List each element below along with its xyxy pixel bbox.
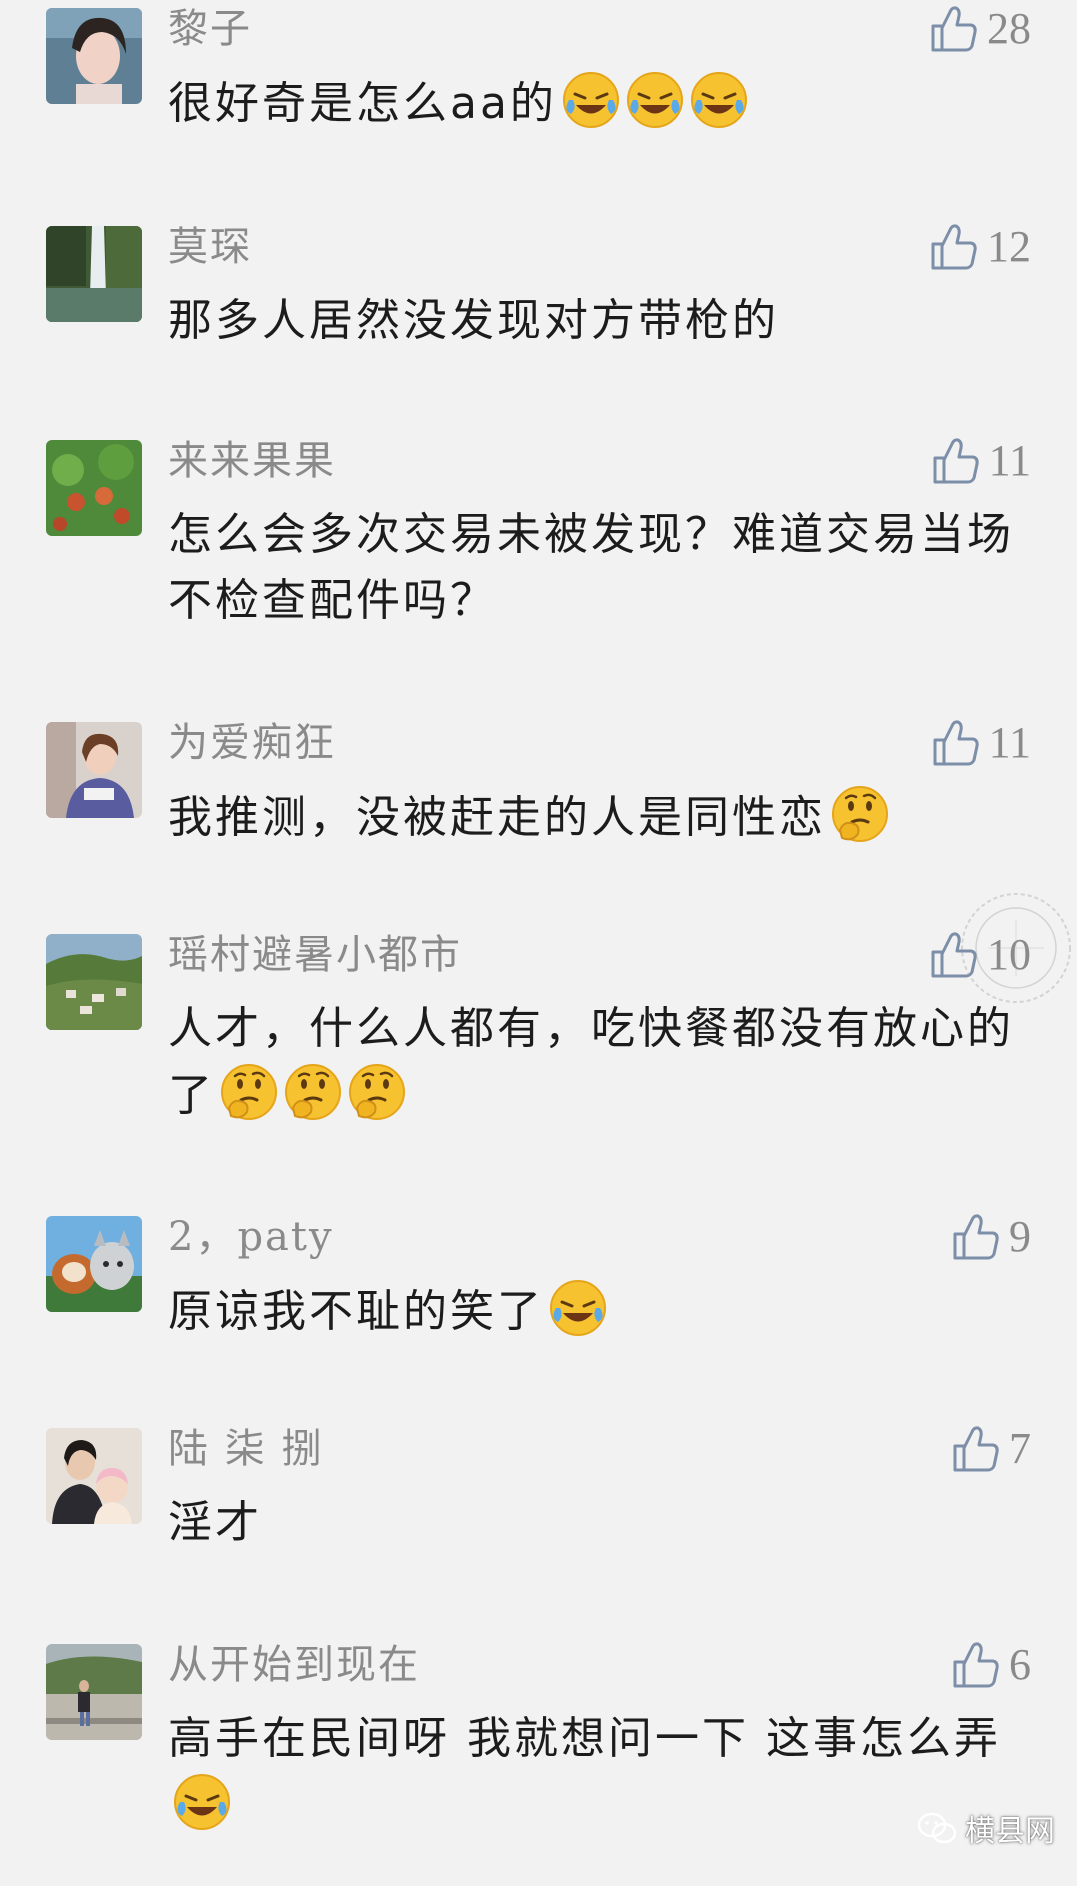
like-count: 7	[1009, 1424, 1031, 1473]
comment-list: 黎子 28 很好奇是怎么aa的 莫琛 12 那多人居然没发现对方带枪的 来来果果…	[0, 0, 1077, 1886]
thumbs-up-icon	[929, 4, 979, 54]
comment-username[interactable]: 2，paty	[168, 1210, 334, 1264]
brand-watermark: 横县网	[917, 1806, 1055, 1850]
thumbs-up-icon	[931, 436, 981, 486]
comment-text: 高手在民间呀 我就想问一下 这事怎么弄	[168, 1706, 1028, 1839]
avatar[interactable]	[46, 1216, 142, 1312]
like-button[interactable]: 11	[931, 434, 1031, 488]
laugh-cry-emoji-icon	[689, 70, 749, 130]
thumbs-up-icon	[951, 1640, 1001, 1690]
comment-text: 人才，什么人都有，吃快餐都没有放心的了	[168, 996, 1028, 1129]
comment-text-body: 我推测，没被赶走的人是同性恋	[168, 792, 826, 843]
comment-text: 那多人居然没发现对方带枪的	[168, 288, 1028, 354]
comment-text: 很好奇是怎么aa的	[168, 70, 1028, 137]
avatar[interactable]	[46, 226, 142, 322]
laugh-cry-emoji-icon	[548, 1278, 608, 1338]
comment-username[interactable]: 瑶村避暑小都市	[168, 928, 462, 982]
like-button[interactable]: 6	[951, 1638, 1031, 1692]
wechat-icon	[917, 1811, 957, 1845]
comment-username[interactable]: 来来果果	[168, 434, 336, 488]
comment-username[interactable]: 从开始到现在	[168, 1638, 420, 1692]
like-button[interactable]: 28	[929, 2, 1031, 56]
like-count: 9	[1009, 1212, 1031, 1261]
thinking-emoji-icon	[283, 1062, 343, 1122]
avatar[interactable]	[46, 722, 142, 818]
like-button[interactable]: 12	[929, 220, 1031, 274]
like-count: 6	[1009, 1640, 1031, 1689]
avatar[interactable]	[46, 1428, 142, 1524]
avatar[interactable]	[46, 934, 142, 1030]
thinking-emoji-icon	[347, 1062, 407, 1122]
watermark-seal-icon	[958, 890, 1074, 1006]
thinking-emoji-icon	[219, 1062, 279, 1122]
comment-text: 淫才	[168, 1490, 1028, 1556]
comment-text-body: 那多人居然没发现对方带枪的	[168, 295, 779, 346]
laugh-cry-emoji-icon	[172, 1772, 232, 1832]
laugh-cry-emoji-icon	[561, 70, 621, 130]
comment-text-body: 高手在民间呀 我就想问一下 这事怎么弄	[168, 1713, 1001, 1764]
like-count: 11	[988, 436, 1031, 485]
comment-text-body: 原谅我不耻的笑了	[168, 1286, 544, 1337]
thinking-emoji-icon	[830, 784, 890, 844]
comment-text-body: 淫才	[168, 1497, 262, 1548]
like-button[interactable]: 9	[951, 1210, 1031, 1264]
comment-text: 我推测，没被赶走的人是同性恋	[168, 784, 1028, 851]
comment-text-body: 很好奇是怎么aa的	[168, 78, 557, 129]
like-button[interactable]: 7	[951, 1422, 1031, 1476]
comment-username[interactable]: 为爱痴狂	[168, 716, 336, 770]
comment-username[interactable]: 黎子	[168, 2, 252, 56]
avatar[interactable]	[46, 440, 142, 536]
avatar[interactable]	[46, 1644, 142, 1740]
laugh-cry-emoji-icon	[625, 70, 685, 130]
thumbs-up-icon	[951, 1212, 1001, 1262]
comment-username[interactable]: 莫琛	[168, 220, 252, 274]
comment-text-body: 怎么会多次交易未被发现？难道交易当场不检查配件吗？	[168, 509, 1014, 626]
brand-name: 横县网	[965, 1814, 1055, 1849]
comment-username[interactable]: 陆 柒 捌	[168, 1422, 323, 1476]
like-button[interactable]: 11	[931, 716, 1031, 770]
like-count: 11	[988, 718, 1031, 767]
like-count: 12	[987, 222, 1031, 271]
like-count: 28	[987, 4, 1031, 53]
thumbs-up-icon	[929, 222, 979, 272]
comment-text: 原谅我不耻的笑了	[168, 1278, 1028, 1345]
comment-text: 怎么会多次交易未被发现？难道交易当场不检查配件吗？	[168, 502, 1028, 634]
avatar[interactable]	[46, 8, 142, 104]
thumbs-up-icon	[931, 718, 981, 768]
thumbs-up-icon	[951, 1424, 1001, 1474]
